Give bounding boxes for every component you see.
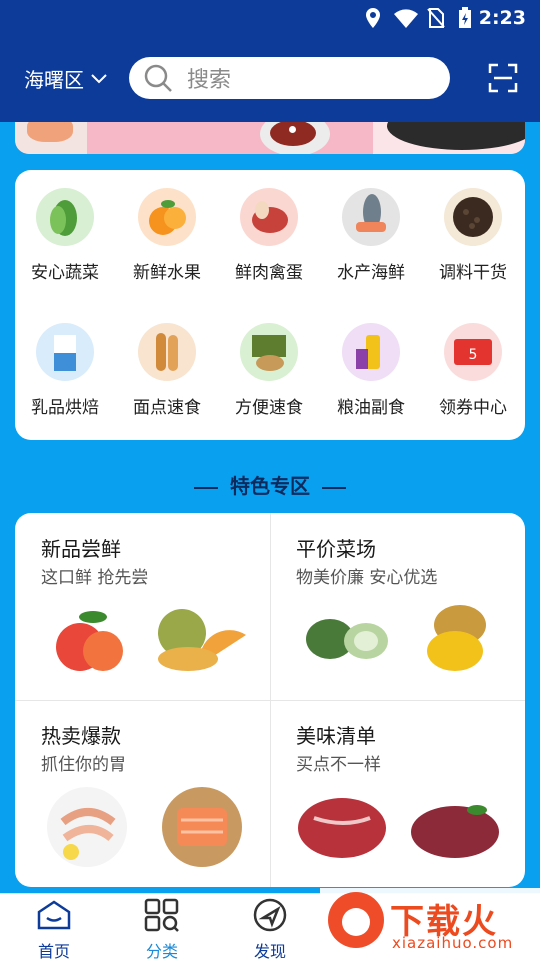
section-title: 特色专区 (0, 470, 540, 499)
watermark-logo: 下载火 xiazaihuo.com (320, 888, 540, 960)
category-label: 方便速食 (235, 398, 303, 418)
category-item[interactable]: 乳品烘焙 (15, 305, 115, 418)
steak-icon (411, 805, 499, 858)
feature-card[interactable]: 新品尝鲜 这口鲜 抢先尝 (15, 513, 270, 700)
feature-title: 平价菜场 (296, 537, 376, 561)
beef-icon (298, 798, 386, 858)
category-label: 调料干货 (439, 263, 507, 283)
seafood-icon (342, 188, 400, 246)
app-header: 2:23 海曙区 搜索 (0, 0, 540, 122)
potato-icon (427, 605, 486, 671)
chevron-down-icon (91, 73, 107, 83)
bread-icon (138, 323, 196, 381)
feature-title: 美味清单 (296, 724, 376, 748)
svg-text:5: 5 (469, 347, 478, 363)
discover-icon (253, 898, 287, 932)
wax-gourd-icon (306, 619, 388, 659)
coupon-icon: 5 (444, 323, 502, 381)
category-label: 新鲜水果 (133, 263, 201, 283)
salmon-icon (162, 787, 242, 867)
feature-subtitle: 抓住你的胃 (41, 755, 126, 775)
shrimp-icon (47, 787, 127, 867)
category-label: 乳品烘焙 (31, 398, 99, 418)
category-item[interactable]: 粮油副食 (321, 305, 421, 418)
location-selector[interactable]: 海曙区 (24, 64, 108, 93)
location-label: 海曙区 (24, 68, 84, 92)
location-icon (366, 8, 380, 28)
feature-grid: 新品尝鲜 这口鲜 抢先尝 平价菜场 物美价廉 安心优选 热卖爆款 抓住你的胃 美… (15, 513, 525, 887)
tab-category[interactable]: 分类 (122, 898, 202, 960)
search-placeholder: 搜索 (187, 68, 232, 93)
category-item[interactable]: 鲜肉禽蛋 (219, 170, 319, 283)
meat-egg-icon (240, 188, 298, 246)
fish-icon (27, 122, 73, 142)
scan-icon[interactable] (488, 63, 518, 93)
vegetables-icon (36, 188, 94, 246)
feature-subtitle: 这口鲜 抢先尝 (41, 568, 149, 588)
peach-icon (56, 611, 123, 671)
tab-home[interactable]: 首页 (14, 898, 94, 960)
battery-icon (459, 7, 471, 28)
search-icon (144, 64, 172, 92)
tab-label: 分类 (145, 942, 178, 960)
status-time: 2:23 (478, 7, 526, 29)
category-icon (144, 898, 179, 932)
feature-title: 热卖爆款 (41, 724, 121, 748)
spices-icon (444, 188, 502, 246)
category-item[interactable]: 面点速食 (117, 305, 217, 418)
category-grid: 安心蔬菜 新鲜水果 鲜肉禽蛋 水产海鲜 调料干货 乳品烘焙 面点速食 方便速食 … (15, 170, 525, 440)
category-label: 领券中心 (439, 398, 507, 418)
category-item[interactable]: 新鲜水果 (117, 170, 217, 283)
wifi-icon (394, 9, 418, 28)
no-sim-icon (427, 8, 445, 28)
status-bar: 2:23 (0, 0, 540, 36)
category-item[interactable]: 5 领券中心 (423, 305, 523, 418)
category-item[interactable]: 水产海鲜 (321, 170, 421, 283)
instant-food-icon (240, 323, 298, 381)
promo-banner[interactable] (15, 122, 525, 154)
dairy-icon (36, 323, 94, 381)
category-label: 水产海鲜 (337, 263, 405, 283)
divider (322, 486, 346, 489)
grain-oil-icon (342, 323, 400, 381)
tab-discover[interactable]: 发现 (230, 898, 310, 960)
home-icon (37, 900, 71, 930)
divider (194, 486, 218, 489)
category-item[interactable]: 调料干货 (423, 170, 523, 283)
carousel-indicator (289, 126, 296, 133)
category-item[interactable]: 安心蔬菜 (15, 170, 115, 283)
search-input[interactable]: 搜索 (129, 57, 450, 99)
category-label: 安心蔬菜 (31, 263, 99, 283)
feature-card[interactable]: 平价菜场 物美价廉 安心优选 (270, 513, 525, 700)
feature-subtitle: 买点不一样 (296, 755, 381, 775)
melon-icon (158, 609, 246, 671)
category-label: 粮油副食 (337, 398, 405, 418)
category-item[interactable]: 方便速食 (219, 305, 319, 418)
watermark-url: xiazaihuo.com (392, 934, 514, 952)
category-label: 鲜肉禽蛋 (235, 263, 303, 283)
feature-card[interactable]: 热卖爆款 抓住你的胃 (15, 700, 270, 887)
flame-logo-icon (328, 892, 384, 948)
fruit-icon (138, 188, 196, 246)
tab-label: 发现 (253, 942, 286, 960)
feature-title: 新品尝鲜 (41, 537, 121, 561)
tab-label: 首页 (37, 942, 70, 960)
section-title-text: 特色专区 (230, 474, 310, 498)
category-label: 面点速食 (133, 398, 201, 418)
feature-card[interactable]: 美味清单 买点不一样 (270, 700, 525, 887)
feature-subtitle: 物美价廉 安心优选 (296, 568, 438, 588)
